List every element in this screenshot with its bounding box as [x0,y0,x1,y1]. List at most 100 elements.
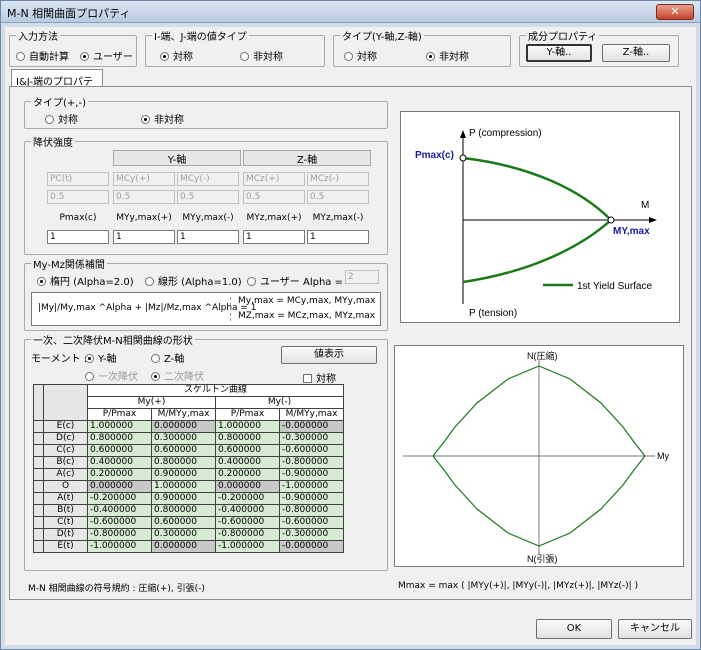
table-cell[interactable]: 0.600000 [215,444,280,457]
myz-max-pos-input[interactable]: 1 [243,230,305,244]
table-corner-2 [43,384,88,421]
table-cell[interactable]: -1.000000 [87,540,152,553]
y-axis-button[interactable]: Y-軸.. [526,44,592,62]
table-cell[interactable]: 0.600000 [87,444,152,457]
table-row[interactable]: E(c) 1.000000 0.000000 1.000000 -0.000000 [33,420,344,433]
table-row[interactable]: D(t) -0.800000 0.300000 -0.800000 -0.300000 [33,528,344,541]
table-cell[interactable]: 0.200000 [215,468,280,481]
table-cell[interactable]: -0.400000 [215,504,280,517]
table-cell[interactable]: -0.800000 [87,528,152,541]
table-cell[interactable]: -0.000000 [279,420,344,433]
p-compression-label: P (compression) [469,128,542,139]
row-label: B(c) [43,456,88,469]
table-cell[interactable]: -0.600000 [87,516,152,529]
table-cell[interactable]: -0.800000 [279,456,344,469]
table-corner [33,384,44,421]
table-cell[interactable]: 0.300000 [151,432,216,445]
table-cell[interactable]: -0.200000 [87,492,152,505]
table-cell[interactable]: -0.300000 [279,432,344,445]
yield-z-axis-header: Z-軸 [243,150,371,166]
table-cell[interactable]: 0.600000 [151,444,216,457]
radio-ij-symmetric[interactable]: 対称 [160,48,193,63]
table-row[interactable]: A(c) 0.200000 0.900000 0.200000 -0.900000 [33,468,344,481]
radio-user-alpha[interactable]: ユーザー Alpha = [247,273,343,288]
table-cell[interactable]: -0.800000 [279,504,344,517]
table-cell[interactable]: 0.900000 [151,492,216,505]
table-cell[interactable]: -0.000000 [279,540,344,553]
table-cell[interactable]: 0.200000 [87,468,152,481]
cancel-button[interactable]: キャンセル [618,619,692,639]
radio-ij-asymmetric[interactable]: 非対称 [240,48,283,63]
table-cell[interactable]: 0.000000 [87,480,152,493]
radio-moment-z[interactable]: Z-軸 [151,350,184,365]
mcy-neg-label: MCy(-) [177,172,239,186]
table-cell[interactable]: 0.400000 [215,456,280,469]
table-cell[interactable]: 0.000000 [151,540,216,553]
radio-pm-symmetric[interactable]: 対称 [45,111,78,126]
table-cell[interactable]: -0.600000 [215,516,280,529]
table-cell[interactable]: 0.400000 [87,456,152,469]
table-cell[interactable]: 1.000000 [215,420,280,433]
radio-moment-y[interactable]: Y-軸 [85,350,117,365]
table-cell[interactable]: 1.000000 [87,420,152,433]
pmax-c-input[interactable]: 1 [47,230,109,244]
row-indicator [33,420,44,433]
table-cell[interactable]: -1.000000 [279,480,344,493]
table-cell[interactable]: 0.800000 [215,432,280,445]
tab-ij-properties[interactable]: I&J-端のプロパティ [11,69,103,103]
close-button[interactable]: ✕ [656,4,694,20]
table-cell[interactable]: -0.600000 [279,516,344,529]
radio-ellipse[interactable]: 楕円 (Alpha=2.0) [37,273,134,288]
formula-right-2: MZ,max = MCz,max, MYz,max [238,311,376,321]
table-cell[interactable]: 1.000000 [151,480,216,493]
myy-max-neg-label: MYy,max(-) [177,212,239,226]
ok-button[interactable]: OK [536,619,612,639]
table-cell[interactable]: 0.800000 [151,456,216,469]
row-label: E(c) [43,420,88,433]
table-row[interactable]: O 0.000000 1.000000 0.000000 -1.000000 [33,480,344,493]
column-header: P/Pmax [215,408,280,421]
table-cell[interactable]: -0.400000 [87,504,152,517]
table-row[interactable]: B(c) 0.400000 0.800000 0.400000 -0.800000 [33,456,344,469]
table-header-row: スケルトン曲線 [33,384,344,421]
table-row[interactable]: C(t) -0.600000 0.600000 -0.600000 -0.600000 [33,516,344,529]
table-cell[interactable]: -1.000000 [215,540,280,553]
table-cell[interactable]: -0.800000 [215,528,280,541]
radio-axis-asymmetric[interactable]: 非対称 [426,48,469,63]
table-cell[interactable]: 0.000000 [215,480,280,493]
table-cell[interactable]: -0.300000 [279,528,344,541]
yield-surface-svg: P (compression) Pmax(c) M MY,max 1st Yie… [415,128,657,319]
table-cell[interactable]: 0.000000 [151,420,216,433]
myz-max-neg-input[interactable]: 1 [307,230,369,244]
myy-max-neg-input[interactable]: 1 [177,230,239,244]
table-cell[interactable]: 0.600000 [151,516,216,529]
table-row[interactable]: A(t) -0.200000 0.900000 -0.200000 -0.900000 [33,492,344,505]
interpolation-label: My-Mz関係補間 [31,256,107,271]
table-cell[interactable]: -0.200000 [215,492,280,505]
symmetric-checkbox[interactable]: 対称 [303,370,336,385]
table-cell[interactable]: 0.300000 [151,528,216,541]
table-cell[interactable]: 0.800000 [151,504,216,517]
row-label: B(t) [43,504,88,517]
radio-axis-symmetric[interactable]: 対称 [344,48,377,63]
radio-linear[interactable]: 線形 (Alpha=1.0) [145,273,242,288]
table-cell[interactable]: 0.800000 [87,432,152,445]
table-cell[interactable]: -0.900000 [279,468,344,481]
radio-axis-symmetric-label: 対称 [357,52,377,63]
table-cell[interactable]: 0.900000 [151,468,216,481]
mcy-pos-input: 0.5 [113,190,175,204]
table-row[interactable]: B(t) -0.400000 0.800000 -0.400000 -0.800000 [33,504,344,517]
show-values-button[interactable]: 値表示 [281,346,377,364]
z-axis-button[interactable]: Z-軸.. [602,44,670,62]
radio-user[interactable]: ユーザー [80,48,133,63]
radio-ij-symmetric-label: 対称 [173,52,193,63]
radio-auto[interactable]: 自動計算 [16,48,69,63]
table-row[interactable]: E(t) -1.000000 0.000000 -1.000000 -0.000000 [33,540,344,553]
table-cell[interactable]: -0.600000 [279,444,344,457]
table-row[interactable]: D(c) 0.800000 0.300000 0.800000 -0.300000 [33,432,344,445]
radio-pm-asymmetric[interactable]: 非対称 [141,111,184,126]
table-row[interactable]: C(c) 0.600000 0.600000 0.600000 -0.600000 [33,444,344,457]
dialog-window: M-N 相関曲面プロパティ ✕ 入力方法 自動計算 ユーザー I-端、J-端の値… [0,0,701,650]
myy-max-pos-input[interactable]: 1 [113,230,175,244]
table-cell[interactable]: -0.900000 [279,492,344,505]
